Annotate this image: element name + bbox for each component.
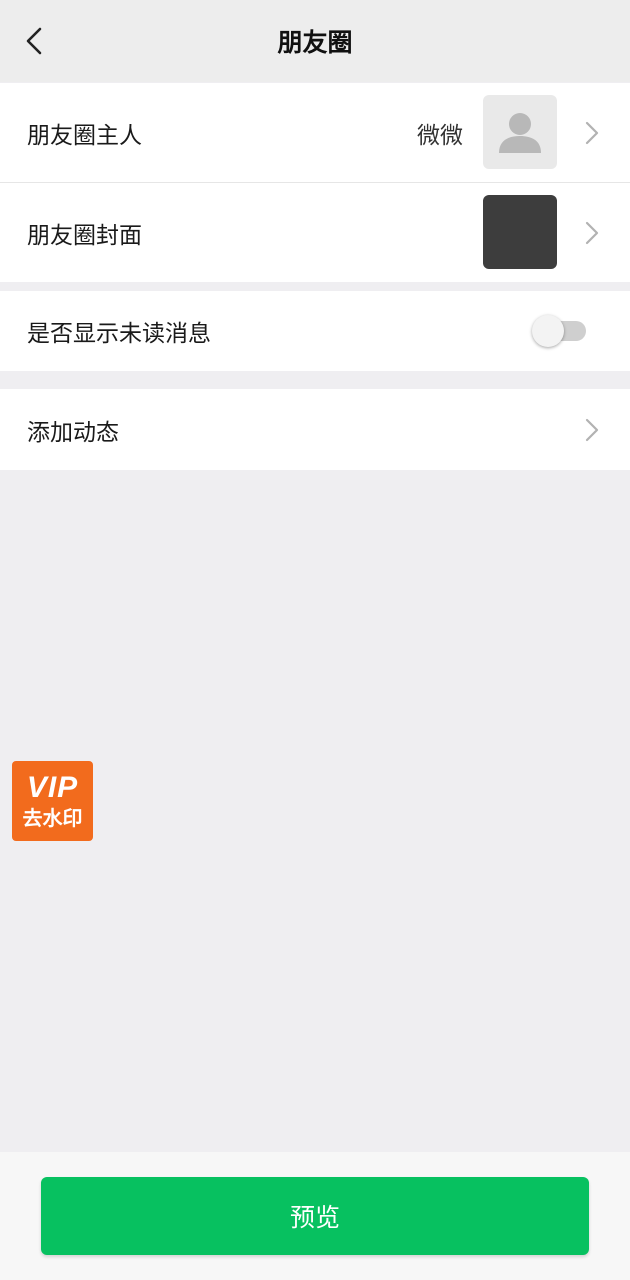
avatar: [483, 95, 557, 169]
cover-thumbnail: [483, 195, 557, 269]
unread-label: 是否显示未读消息: [27, 321, 211, 347]
add-post-label: 添加动态: [27, 419, 119, 446]
cover-row[interactable]: 朋友圈封面: [0, 183, 630, 282]
owner-row[interactable]: 朋友圈主人 微微: [0, 83, 630, 182]
toggle-knob: [532, 315, 564, 347]
chevron-right-icon: [585, 418, 599, 441]
chevron-right-icon: [585, 121, 599, 144]
moments-settings-page: 朋友圈 朋友圈主人 微微 朋友圈封面 是否显示未读消息 添加动态 VIP 去水印…: [0, 0, 630, 1280]
default-avatar-icon: [499, 113, 541, 153]
unread-row: 是否显示未读消息: [0, 291, 630, 371]
vip-text: VIP: [26, 771, 79, 804]
unread-toggle[interactable]: [532, 315, 586, 347]
owner-label: 朋友圈主人: [27, 122, 142, 149]
add-post-row[interactable]: 添加动态: [0, 389, 630, 470]
preview-button[interactable]: 预览: [41, 1177, 589, 1255]
bottom-bar: 预览: [0, 1152, 630, 1280]
remove-watermark-text: 去水印: [22, 806, 83, 830]
nav-header: 朋友圈: [0, 0, 630, 82]
vip-remove-watermark-button[interactable]: VIP 去水印: [12, 761, 93, 841]
chevron-right-icon: [585, 221, 599, 244]
owner-name: 微微: [417, 122, 463, 149]
page-title: 朋友圈: [277, 28, 353, 57]
cover-label: 朋友圈封面: [27, 222, 142, 249]
